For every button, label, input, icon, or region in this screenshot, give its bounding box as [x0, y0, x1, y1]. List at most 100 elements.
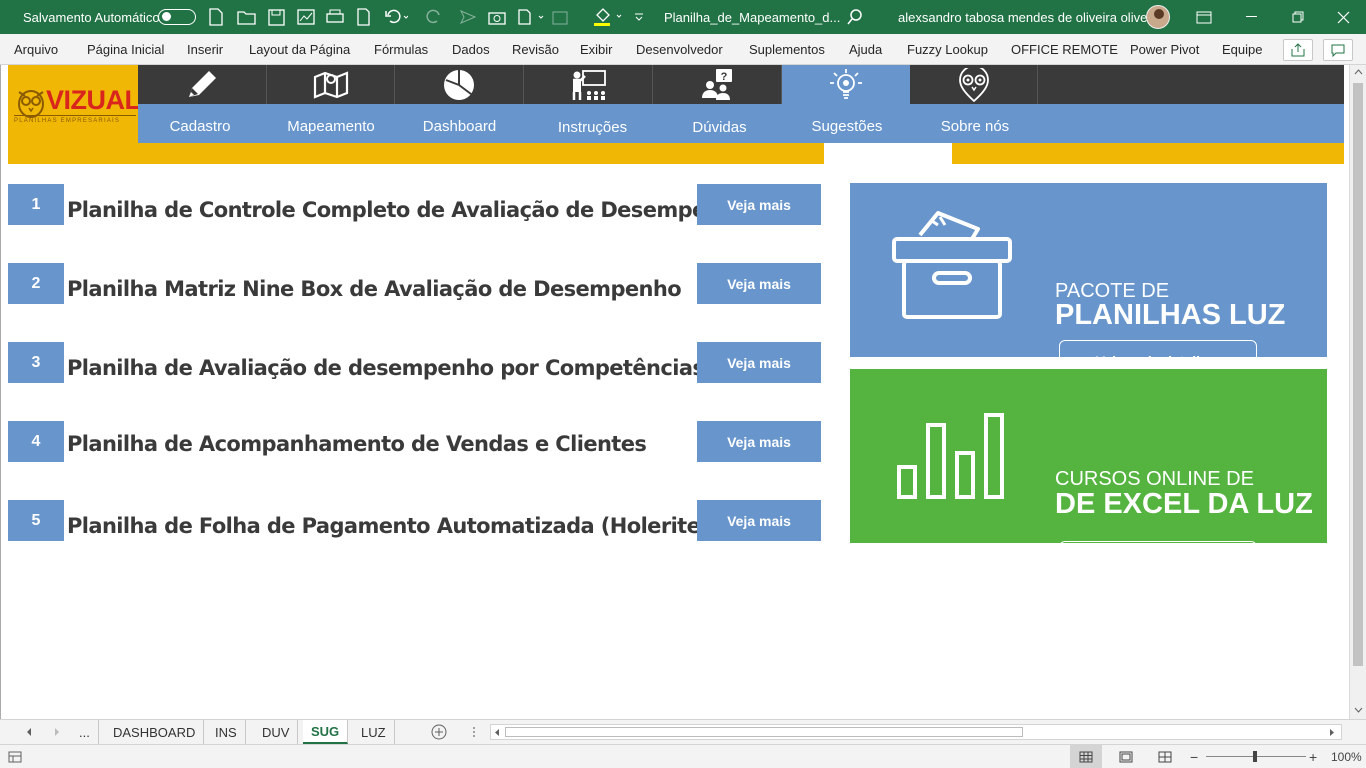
scroll-down-icon[interactable] [1354, 707, 1363, 713]
nav-duvidas-icon-cell[interactable]: ? [653, 65, 782, 104]
chart-icon[interactable] [297, 0, 315, 34]
save-icon[interactable] [268, 0, 285, 34]
open-folder-icon[interactable] [237, 0, 257, 34]
zoom-level[interactable]: 100% [1331, 750, 1362, 764]
item-title: Planilha de Acompanhamento de Vendas e C… [67, 432, 647, 456]
nav-mapeamento-icon-cell[interactable] [267, 65, 395, 104]
veja-mais-button[interactable]: Veja mais [697, 421, 821, 462]
customize-qat-icon[interactable] [634, 0, 644, 34]
menu-exibir[interactable]: Exibir [580, 42, 613, 57]
nav-dashboard-icon-cell[interactable] [395, 65, 524, 104]
veja-mais-button[interactable]: Veja mais [697, 500, 821, 541]
vertical-scrollbar[interactable] [1349, 65, 1366, 719]
menu-office-remote[interactable]: OFFICE REMOTE [1011, 42, 1118, 57]
comments-icon[interactable] [1323, 39, 1353, 61]
menu-desenvolvedor[interactable]: Desenvolvedor [636, 42, 723, 57]
restore-button[interactable] [1275, 0, 1321, 34]
pie-chart-icon [444, 69, 474, 100]
undo-icon[interactable] [384, 0, 408, 34]
veja-mais-button[interactable]: Veja mais [697, 342, 821, 383]
scroll-up-icon[interactable] [1354, 69, 1363, 75]
status-bar: − + 100% [0, 744, 1366, 768]
nav-sugestoes[interactable]: Sugestões [783, 118, 911, 135]
tab-luz[interactable]: LUZ [353, 720, 395, 744]
menu-ajuda[interactable]: Ajuda [849, 42, 882, 57]
user-avatar[interactable] [1146, 0, 1170, 34]
tab-splitter-icon[interactable] [472, 726, 476, 738]
nav-sobre-nos[interactable]: Sobre nós [911, 118, 1039, 135]
menu-revisao[interactable]: Revisão [512, 42, 559, 57]
scroll-right-icon[interactable] [1329, 728, 1335, 737]
tab-prev-icon[interactable] [26, 727, 32, 737]
veja-mais-button[interactable]: Veja mais [697, 263, 821, 304]
fill-color-icon[interactable] [593, 0, 623, 34]
ribbon-display-icon[interactable] [1196, 0, 1212, 34]
document-icon[interactable] [356, 0, 371, 34]
menu-arquivo[interactable]: Arquivo [14, 42, 58, 57]
form-icon[interactable] [517, 0, 545, 34]
search-icon[interactable] [847, 0, 863, 34]
box-icon [892, 211, 1012, 319]
share-icon[interactable] [1283, 39, 1313, 61]
tab-sug[interactable]: SUG [303, 720, 349, 744]
autosave-toggle[interactable] [158, 0, 196, 34]
scroll-left-icon[interactable] [494, 728, 500, 737]
menu-fuzzy-lookup[interactable]: Fuzzy Lookup [907, 42, 988, 57]
promo-pacote-planilhas[interactable]: PACOTE DE PLANILHAS LUZ Veja mais detalh… [850, 183, 1327, 381]
camera-icon[interactable] [488, 0, 506, 34]
zoom-slider-thumb[interactable] [1253, 751, 1257, 762]
zoom-in-icon[interactable]: + [1309, 749, 1317, 765]
nav-duvidas[interactable]: Dúvidas [655, 119, 784, 136]
menu-suplementos[interactable]: Suplementos [749, 42, 825, 57]
nav-mapeamento[interactable]: Mapeamento [267, 118, 395, 135]
print-preview-icon[interactable] [326, 0, 344, 34]
veja-mais-button[interactable]: Veja mais [697, 184, 821, 225]
question-people-icon: ? [702, 68, 732, 100]
user-name[interactable]: alexsandro tabosa mendes de oliveira oli… [898, 0, 1162, 34]
page-layout-icon[interactable] [1119, 751, 1133, 763]
normal-view-button[interactable] [1070, 745, 1102, 768]
close-button[interactable] [1320, 0, 1366, 34]
minimize-button[interactable] [1229, 0, 1275, 34]
menu-pagina-inicial[interactable]: Página Inicial [87, 42, 164, 57]
horizontal-scrollbar[interactable] [490, 724, 1342, 740]
menu-dados[interactable]: Dados [452, 42, 490, 57]
promo-cursos-online[interactable]: CURSOS ONLINE DE DE EXCEL DA LUZ Veja ma… [850, 369, 1327, 582]
new-file-icon[interactable] [208, 0, 224, 34]
bar-chart-icon [897, 413, 1004, 499]
zoom-out-icon[interactable]: − [1190, 749, 1198, 765]
add-sheet-icon[interactable] [431, 724, 447, 740]
redo-icon[interactable] [423, 0, 447, 34]
tab-ellipsis[interactable]: ... [71, 720, 99, 744]
menu-inserir[interactable]: Inserir [187, 42, 223, 57]
veja-mais-detalhes-button[interactable]: Veja mais detalhes [1059, 541, 1257, 582]
autosave-label: Salvamento Automático [23, 9, 160, 25]
tab-ins[interactable]: INS [207, 720, 246, 744]
map-icon [313, 70, 348, 99]
h-scroll-thumb[interactable] [505, 727, 1023, 737]
scroll-thumb[interactable] [1353, 83, 1363, 666]
item-number: 3 [8, 342, 64, 383]
nav-instrucoes-icon-cell[interactable] [524, 65, 653, 104]
nav-cadastro-icon-cell[interactable] [138, 65, 267, 104]
shape-icon[interactable] [552, 0, 580, 34]
nav-sobre-icon-cell[interactable] [910, 65, 1038, 104]
page-break-icon[interactable] [1158, 751, 1172, 763]
send-icon[interactable] [460, 0, 476, 34]
nav-instrucoes[interactable]: Instruções [528, 119, 657, 136]
tab-duv[interactable]: DUV [254, 720, 299, 744]
nav-accent-strip [8, 143, 1344, 164]
nav-dashboard[interactable]: Dashboard [395, 118, 524, 135]
menu-equipe[interactable]: Equipe [1222, 42, 1262, 57]
menu-formulas[interactable]: Fórmulas [374, 42, 428, 57]
item-title: Planilha Matriz Nine Box de Avaliação de… [67, 277, 682, 301]
menu-layout[interactable]: Layout da Página [249, 42, 350, 57]
tab-next-icon[interactable] [54, 727, 60, 737]
nav-cadastro[interactable]: Cadastro [138, 118, 262, 135]
item-number: 1 [8, 184, 64, 225]
menu-power-pivot[interactable]: Power Pivot [1130, 42, 1199, 57]
svg-text:?: ? [721, 71, 728, 83]
tab-dashboard[interactable]: DASHBOARD [105, 720, 205, 744]
macro-record-icon[interactable] [8, 751, 22, 763]
nav-sugestoes-icon-cell[interactable] [782, 65, 910, 104]
